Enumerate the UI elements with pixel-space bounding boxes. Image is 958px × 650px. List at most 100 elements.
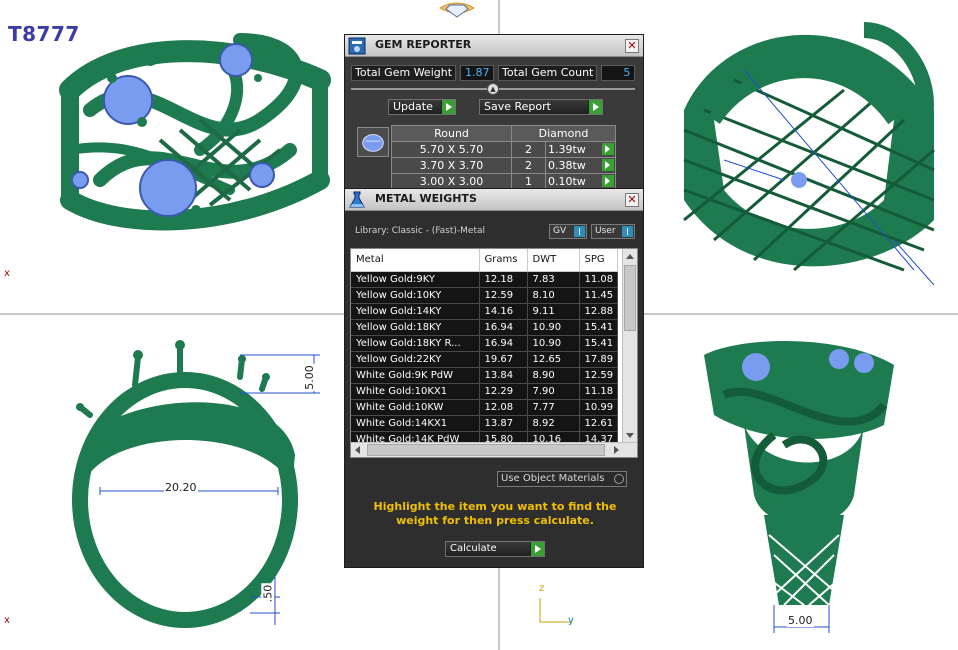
- total-gem-weight-label: Total Gem Weight: [351, 65, 457, 81]
- metal-table-vertical-scrollbar[interactable]: [622, 249, 637, 443]
- viewport-side[interactable]: 5.00: [644, 315, 958, 650]
- calculate-go-icon: [530, 542, 544, 556]
- metal-row[interactable]: Yellow Gold:10KY 12.59 8.10 11.45: [351, 287, 618, 304]
- gem-reporter-close-button[interactable]: ✕: [625, 39, 639, 53]
- calculate-button[interactable]: Calculate: [445, 541, 545, 557]
- update-button[interactable]: Update: [388, 99, 456, 115]
- metal-dwt: 7.83: [527, 271, 580, 288]
- gem-row-go-icon[interactable]: [602, 143, 614, 155]
- gem-count: 2: [511, 141, 546, 158]
- model-id-label: T8777: [8, 22, 80, 46]
- radio-indicator-icon: [614, 474, 624, 484]
- metal-table-container[interactable]: Metal Grams DWT SPG Yellow Gold:9KY 12.18…: [350, 248, 638, 458]
- metal-grams: 13.84: [479, 367, 528, 384]
- viewport-perspective[interactable]: T8777 x: [0, 0, 344, 313]
- diamond-logo-icon: [439, 2, 475, 18]
- gem-reporter-titlebar[interactable]: GEM REPORTER ✕: [345, 35, 643, 57]
- gem-weight-text: 1.39tw: [548, 143, 586, 156]
- gem-size-slider-knob[interactable]: ▲: [487, 83, 499, 95]
- dimension-height-label: 5.00: [302, 364, 316, 391]
- library-label: Library: Classic - (Fast)-Metal: [355, 226, 486, 236]
- use-object-materials-toggle[interactable]: Use Object Materials: [497, 471, 627, 487]
- total-gem-count-label: Total Gem Count: [498, 65, 598, 81]
- column-header-metal[interactable]: Metal: [351, 249, 480, 272]
- horizontal-scroll-thumb[interactable]: [367, 444, 605, 456]
- ring-angled-render: [683, 22, 935, 286]
- vertical-scroll-thumb[interactable]: [624, 265, 636, 331]
- calculate-button-label: Calculate: [450, 543, 497, 554]
- metal-row[interactable]: White Gold:14KX1 13.87 8.92 12.61: [351, 415, 618, 432]
- metal-row[interactable]: Yellow Gold:9KY 12.18 7.83 11.08: [351, 271, 618, 288]
- metal-table: Metal Grams DWT SPG Yellow Gold:9KY 12.18…: [351, 249, 618, 448]
- metal-name: White Gold:9K PdW: [351, 367, 480, 384]
- metal-spg: 10.99: [579, 399, 618, 416]
- metal-dwt: 12.65: [527, 351, 580, 368]
- gem-totals-row: Total Gem Weight 1.87 Total Gem Count 5: [351, 65, 636, 81]
- calculate-hint-text: Highlight the item you want to find the …: [373, 500, 617, 527]
- metal-table-horizontal-scrollbar[interactable]: [351, 442, 637, 457]
- viewport-front[interactable]: 20.20 5.00 .50 x: [0, 315, 344, 650]
- metal-grams: 12.08: [479, 399, 528, 416]
- update-go-icon: [441, 100, 455, 114]
- metal-grams: 16.94: [479, 335, 528, 352]
- gv-toggle[interactable]: GV: [549, 224, 587, 239]
- update-button-label: Update: [393, 100, 433, 113]
- axis-y-label: y: [568, 615, 574, 626]
- viewport-top-right[interactable]: [644, 0, 958, 313]
- axis-x-label: x: [4, 268, 10, 279]
- metal-name: Yellow Gold:18KY: [351, 319, 480, 336]
- user-toggle-label: User: [595, 226, 616, 236]
- gem-shape-header: Round: [391, 125, 512, 142]
- metal-row[interactable]: Yellow Gold:22KY 19.67 12.65 17.89: [351, 351, 618, 368]
- gem-reporter-panel: GEM REPORTER ✕ Total Gem Weight 1.87 Tot…: [344, 34, 644, 194]
- metal-weights-panel: METAL WEIGHTS ✕ Library: Classic - (Fast…: [344, 188, 644, 568]
- metal-name: White Gold:10KX1: [351, 383, 480, 400]
- gem-stone-header: Diamond: [511, 125, 616, 142]
- metal-name: Yellow Gold:10KY: [351, 287, 480, 304]
- metal-row[interactable]: Yellow Gold:18KY R... 16.94 10.90 15.41: [351, 335, 618, 352]
- metal-grams: 12.29: [479, 383, 528, 400]
- scroll-up-icon[interactable]: [626, 254, 634, 259]
- metal-grams: 16.94: [479, 319, 528, 336]
- metal-spg: 15.41: [579, 335, 618, 352]
- metal-dwt: 10.90: [527, 319, 580, 336]
- metal-weights-titlebar[interactable]: METAL WEIGHTS ✕: [345, 189, 643, 211]
- save-report-button[interactable]: Save Report: [479, 99, 603, 115]
- gem-row-go-icon[interactable]: [602, 175, 614, 187]
- metal-row[interactable]: White Gold:9K PdW 13.84 8.90 12.59: [351, 367, 618, 384]
- gem-weight: 0.38tw: [545, 157, 616, 174]
- metal-weights-close-button[interactable]: ✕: [625, 193, 639, 207]
- axis-z-label: z: [539, 583, 545, 594]
- metal-name: White Gold:14KX1: [351, 415, 480, 432]
- column-header-grams[interactable]: Grams: [479, 249, 528, 272]
- scroll-right-icon[interactable]: [614, 446, 619, 454]
- scroll-left-icon[interactable]: [355, 446, 360, 454]
- metal-name: Yellow Gold:14KY: [351, 303, 480, 320]
- ring-side-render: [704, 341, 894, 633]
- gem-weight-text: 0.10tw: [548, 175, 586, 188]
- column-header-dwt[interactable]: DWT: [527, 249, 580, 272]
- metal-grams: 12.18: [479, 271, 528, 288]
- gem-row[interactable]: 5.70 X 5.70 2 1.39tw: [391, 141, 616, 158]
- gem-row[interactable]: 3.70 X 3.70 2 0.38tw: [391, 157, 616, 174]
- scroll-down-icon[interactable]: [626, 433, 634, 438]
- gv-toggle-indicator: [574, 226, 585, 237]
- column-header-spg[interactable]: SPG: [579, 249, 618, 272]
- metal-row[interactable]: Yellow Gold:14KY 14.16 9.11 12.88: [351, 303, 618, 320]
- user-toggle-indicator: [622, 226, 633, 237]
- total-gem-count-value: 5: [601, 65, 636, 81]
- user-toggle[interactable]: User: [591, 224, 635, 239]
- gem-size: 3.70 X 3.70: [391, 157, 512, 174]
- use-object-materials-label: Use Object Materials: [501, 473, 605, 484]
- metal-spg: 17.89: [579, 351, 618, 368]
- gem-weight-text: 0.38tw: [548, 159, 586, 172]
- ring-perspective-render: [59, 33, 331, 231]
- metal-dwt: 7.90: [527, 383, 580, 400]
- metal-row[interactable]: Yellow Gold:18KY 16.94 10.90 15.41: [351, 319, 618, 336]
- metal-grams: 14.16: [479, 303, 528, 320]
- round-diamond-thumbnail-icon[interactable]: [357, 127, 389, 157]
- metal-row[interactable]: White Gold:10KW 12.08 7.77 10.99: [351, 399, 618, 416]
- gem-row-go-icon[interactable]: [602, 159, 614, 171]
- dimension-width-label: 20.20: [164, 481, 198, 494]
- metal-row[interactable]: White Gold:10KX1 12.29 7.90 11.18: [351, 383, 618, 400]
